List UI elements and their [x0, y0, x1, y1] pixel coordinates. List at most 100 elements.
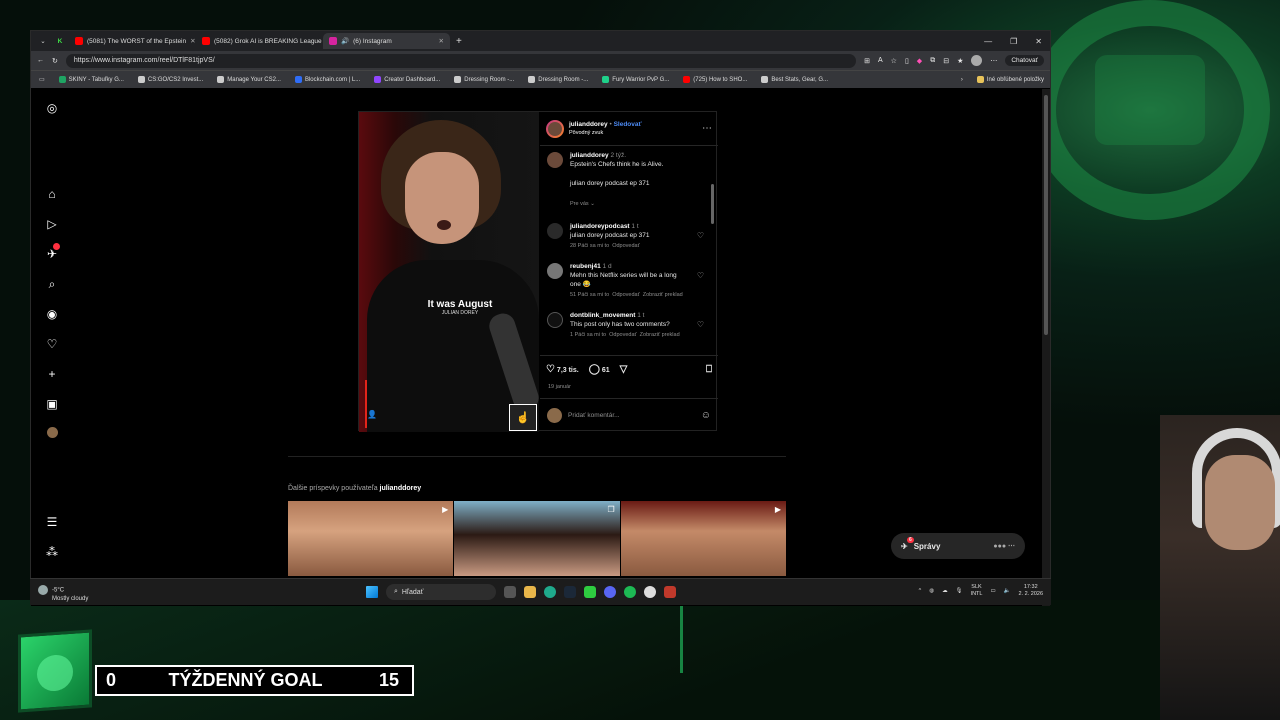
favorites-icon[interactable]: ★: [957, 57, 963, 65]
tab-youtube-2[interactable]: (5082) Grok AI is BREAKING League ✕: [196, 33, 323, 49]
comments-scrollbar[interactable]: [711, 184, 714, 224]
comment-likes[interactable]: 51 Páči sa mi to: [570, 292, 609, 298]
like-comment-icon[interactable]: ♡: [697, 320, 704, 329]
post-thumbnail[interactable]: ❐: [454, 501, 620, 576]
other-bookmarks[interactable]: Iné obľúbené položky: [976, 76, 1050, 83]
minimize-icon[interactable]: —: [984, 37, 992, 46]
favorite-star-icon[interactable]: ☆: [891, 57, 897, 65]
commenter-avatar[interactable]: [547, 223, 563, 239]
bookmark-item[interactable]: Fury Warrior PvP G...: [602, 76, 669, 83]
bookmark-item[interactable]: Best Stats, Gear, G...: [761, 76, 828, 83]
like-comment-icon[interactable]: ♡: [697, 271, 704, 280]
dashboard-icon[interactable]: ▣: [45, 397, 59, 411]
commenter-avatar[interactable]: [547, 263, 563, 279]
profile-avatar[interactable]: [971, 55, 983, 66]
reels-icon[interactable]: ▷: [45, 217, 59, 231]
close-window-icon[interactable]: ✕: [1035, 37, 1042, 46]
tab-instagram[interactable]: 🔊 (6) Instagram ✕: [323, 33, 450, 49]
bookmark-item[interactable]: (725) How to SHO...: [683, 76, 747, 83]
more-menu-icon[interactable]: ⋯: [990, 57, 997, 65]
close-icon[interactable]: ✕: [439, 37, 444, 45]
weather-widget[interactable]: -5°C Mostly cloudy: [38, 585, 88, 603]
bookmark-item[interactable]: Blockchain.com | L...: [294, 76, 360, 83]
follow-button[interactable]: Sledovať: [614, 121, 642, 128]
volume-icon[interactable]: 🔈: [1004, 588, 1011, 595]
network-icon[interactable]: ▭: [990, 588, 995, 595]
copilot-chat-button[interactable]: Chatovať: [1005, 55, 1044, 66]
bookmark-icon[interactable]: ⎕: [706, 364, 712, 375]
comment-button[interactable]: ◯ 61: [589, 364, 610, 375]
close-icon[interactable]: ✕: [190, 37, 195, 45]
edge-icon[interactable]: [544, 586, 556, 598]
comment-username[interactable]: dontblink_movement: [570, 312, 635, 319]
read-aloud-icon[interactable]: A: [878, 57, 883, 64]
tab-youtube-1[interactable]: (5081) The WORST of the Epstein ✕: [69, 33, 196, 49]
spotify-icon[interactable]: [624, 586, 636, 598]
caption-username[interactable]: julianddorey: [570, 152, 609, 159]
author-username[interactable]: julianddorey: [569, 121, 608, 128]
create-plus-icon[interactable]: +: [45, 367, 59, 381]
clock[interactable]: 17:32 2. 2. 2026: [1019, 584, 1043, 598]
collections-icon[interactable]: ⊟: [943, 57, 949, 65]
comment-username[interactable]: juliandoreypodcast: [570, 223, 630, 230]
tagged-user-icon[interactable]: 👤: [367, 410, 377, 419]
original-audio[interactable]: Pôvodný zvuk: [569, 129, 697, 138]
bookmark-item[interactable]: Dressing Room -...: [528, 76, 588, 83]
reel-video[interactable]: It was August JULIAN DOREY 👤 ☝: [359, 112, 542, 432]
install-app-icon[interactable]: ⊞: [864, 57, 870, 65]
also-from-meta-icon[interactable]: ⁂: [45, 545, 59, 559]
scrollbar-thumb[interactable]: [1044, 95, 1048, 335]
tab-list-chevron-icon[interactable]: ⌄: [35, 37, 51, 45]
steam-icon[interactable]: [564, 586, 576, 598]
home-icon[interactable]: ⌂: [45, 187, 59, 201]
post-thumbnail[interactable]: ▶: [288, 501, 454, 576]
like-comment-icon[interactable]: ♡: [697, 231, 704, 240]
file-explorer-icon[interactable]: [524, 586, 536, 598]
direct-messages-icon[interactable]: ✈: [45, 243, 60, 261]
bookmark-item[interactable]: Manage Your CS2...: [217, 76, 281, 83]
task-view-icon[interactable]: [504, 586, 516, 598]
taskbar-search[interactable]: ⌕ Hľadať: [386, 584, 496, 600]
reply-link[interactable]: Odpovedať: [612, 243, 639, 249]
onedrive-icon[interactable]: ☁: [942, 588, 948, 595]
translate-link[interactable]: Zobraziť preklad: [640, 332, 680, 338]
extensions-icon[interactable]: ⧉: [930, 57, 935, 65]
windows-start-icon[interactable]: [366, 586, 378, 598]
comment-likes[interactable]: 1 Páči sa mi to: [570, 332, 606, 338]
more-posts-user[interactable]: julianddorey: [380, 485, 422, 492]
notifications-heart-icon[interactable]: ♡: [45, 337, 59, 351]
bookmark-item[interactable]: SKINY - Tabuľky G...: [58, 76, 124, 83]
mic-icon[interactable]: 🎙: [956, 588, 963, 595]
like-button[interactable]: ♡ 7,3 tis.: [546, 364, 579, 375]
page-scrollbar[interactable]: [1042, 89, 1050, 606]
play-icon[interactable]: [584, 586, 596, 598]
split-screen-icon[interactable]: ▯: [905, 57, 909, 65]
mute-button[interactable]: ☝: [509, 404, 537, 431]
share-icon[interactable]: ▽: [620, 364, 628, 375]
post-thumbnail[interactable]: ▶: [620, 501, 786, 576]
chrome-icon[interactable]: [644, 586, 656, 598]
comment-username[interactable]: reubenj41: [570, 263, 601, 270]
more-menu-icon[interactable]: ☰: [45, 515, 59, 529]
profile-avatar-icon[interactable]: [45, 427, 59, 441]
obs-app-icon[interactable]: [664, 586, 676, 598]
comment-likes[interactable]: 28 Páči sa mi to: [570, 243, 609, 249]
extension-icon[interactable]: ◆: [917, 57, 922, 65]
caption-more[interactable]: Pre vás ⌄: [570, 200, 710, 209]
author-avatar[interactable]: [547, 152, 563, 168]
pinned-tab[interactable]: K: [51, 38, 69, 45]
language-indicator[interactable]: SLK INTL: [971, 584, 983, 598]
bookmark-item[interactable]: Creator Dashboard...: [374, 76, 440, 83]
search-icon[interactable]: ⌕: [45, 277, 59, 291]
speaker-icon[interactable]: 🔊: [341, 37, 349, 45]
messages-button[interactable]: ✈ 6 Správy ●●● ⋯: [891, 533, 1025, 559]
bookmark-item[interactable]: Dressing Room -...: [454, 76, 514, 83]
bookmarks-overflow-icon[interactable]: ›: [961, 77, 963, 83]
author-avatar[interactable]: [546, 119, 564, 138]
emoji-icon[interactable]: ☺: [701, 410, 711, 421]
bookmark-folder-icon[interactable]: ▭: [39, 76, 45, 83]
reload-icon[interactable]: ↻: [52, 57, 58, 65]
back-icon[interactable]: ←: [37, 57, 44, 64]
new-tab-icon[interactable]: +: [450, 36, 462, 47]
reply-link[interactable]: Odpovedať: [612, 292, 639, 298]
